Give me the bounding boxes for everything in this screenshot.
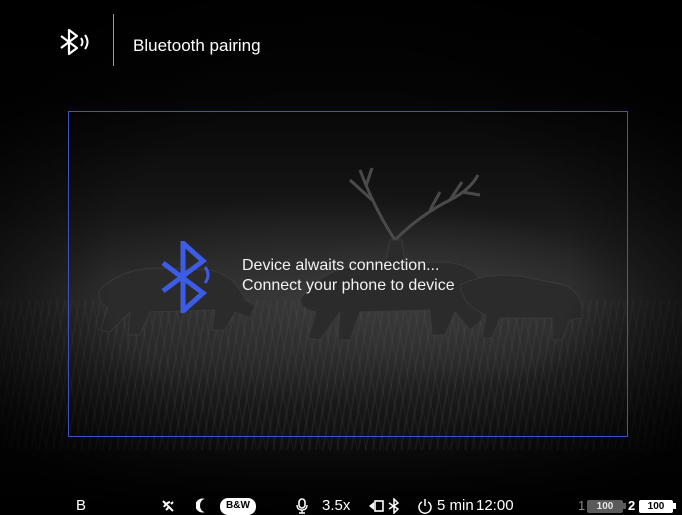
- bluetooth-signal-icon: [60, 28, 89, 56]
- battery-1-terminal: [623, 503, 626, 509]
- power-timer-icon: [418, 499, 432, 514]
- header-bar: Bluetooth pairing: [0, 0, 682, 80]
- zoom-level: 3.5x: [322, 497, 351, 514]
- status-bar: B B&W 3.5x 5 min 12:00 1 100 2 100: [0, 497, 682, 515]
- mode-indicator: B: [76, 497, 87, 514]
- palette-badge: B&W: [220, 498, 256, 515]
- clock: 12:00: [476, 497, 514, 514]
- battery-1-level: 100: [587, 500, 623, 513]
- pairing-dialog: Device alwaits connection... Connect you…: [68, 111, 628, 437]
- pairing-message: Device alwaits connection... Connect you…: [242, 256, 455, 296]
- header-divider: [113, 14, 114, 66]
- viewfinder-screen: Bluetooth pairing Device alwaits connect…: [0, 0, 682, 515]
- battery-2-level: 100: [639, 500, 673, 513]
- video-record-icon: [369, 500, 384, 512]
- battery-2-terminal: [673, 503, 676, 509]
- battery-2-index: 2: [628, 498, 636, 513]
- bluetooth-status-icon: [388, 498, 400, 514]
- page-title: Bluetooth pairing: [133, 36, 261, 55]
- auto-off-timer: 5 min: [437, 497, 474, 514]
- battery-1-index: 1: [578, 498, 586, 513]
- bluetooth-icon: [161, 241, 210, 313]
- satellite-off-icon: [162, 500, 174, 512]
- message-line-2: Connect your phone to device: [242, 277, 455, 294]
- night-mode-icon: [196, 498, 205, 513]
- message-line-1: Device alwaits connection...: [242, 257, 440, 274]
- microphone-icon: [296, 498, 308, 514]
